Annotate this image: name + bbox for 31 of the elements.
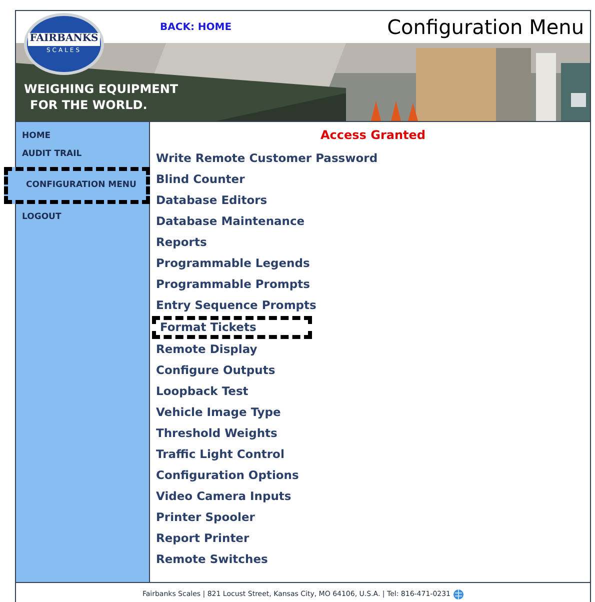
menu-link[interactable]: Configuration Options <box>156 465 590 486</box>
menu-link[interactable]: Database Editors <box>156 190 590 211</box>
sidebar-link[interactable]: LOGOUT <box>16 208 149 226</box>
menu-link[interactable]: Format Tickets <box>152 316 312 339</box>
menu-link[interactable]: Programmable Prompts <box>156 274 590 295</box>
menu-link[interactable]: Loopback Test <box>156 381 590 402</box>
sidebar-link[interactable]: HOME <box>16 127 149 145</box>
menu-link[interactable]: Printer Spooler <box>156 507 590 528</box>
tagline: FOR THE WORLD. <box>30 97 148 113</box>
menu-link[interactable]: Remote Switches <box>156 549 590 570</box>
status-message: Access Granted <box>320 127 426 144</box>
menu-link[interactable]: Blind Counter <box>156 169 590 190</box>
menu-link[interactable]: Programmable Legends <box>156 253 590 274</box>
menu-link[interactable]: Traffic Light Control <box>156 444 590 465</box>
menu-link[interactable]: Database Maintenance <box>156 211 590 232</box>
globe-icon <box>452 589 464 600</box>
menu-link[interactable]: Threshold Weights <box>156 423 590 444</box>
menu-link[interactable]: Reports <box>156 232 590 253</box>
menu-link[interactable]: Write Remote Customer Password <box>156 148 590 169</box>
menu-link[interactable]: Video Camera Inputs <box>156 486 590 507</box>
menu-link[interactable]: Entry Sequence Prompts <box>156 295 590 316</box>
page-title: Configuration Menu <box>387 14 584 41</box>
menu-link[interactable]: Report Printer <box>156 528 590 549</box>
menu-link[interactable]: Vehicle Image Type <box>156 402 590 423</box>
menu-link[interactable]: Configure Outputs <box>156 360 590 381</box>
logo-text: FAIRBANKS <box>28 33 100 46</box>
sidebar-link[interactable]: CONFIGURATION MENU <box>4 167 150 204</box>
sidebar-link[interactable]: AUDIT TRAIL <box>16 145 149 163</box>
tagline: WEIGHING EQUIPMENT <box>24 81 178 97</box>
menu-link[interactable]: Remote Display <box>156 339 590 360</box>
back-link[interactable]: BACK: HOME <box>160 20 232 34</box>
